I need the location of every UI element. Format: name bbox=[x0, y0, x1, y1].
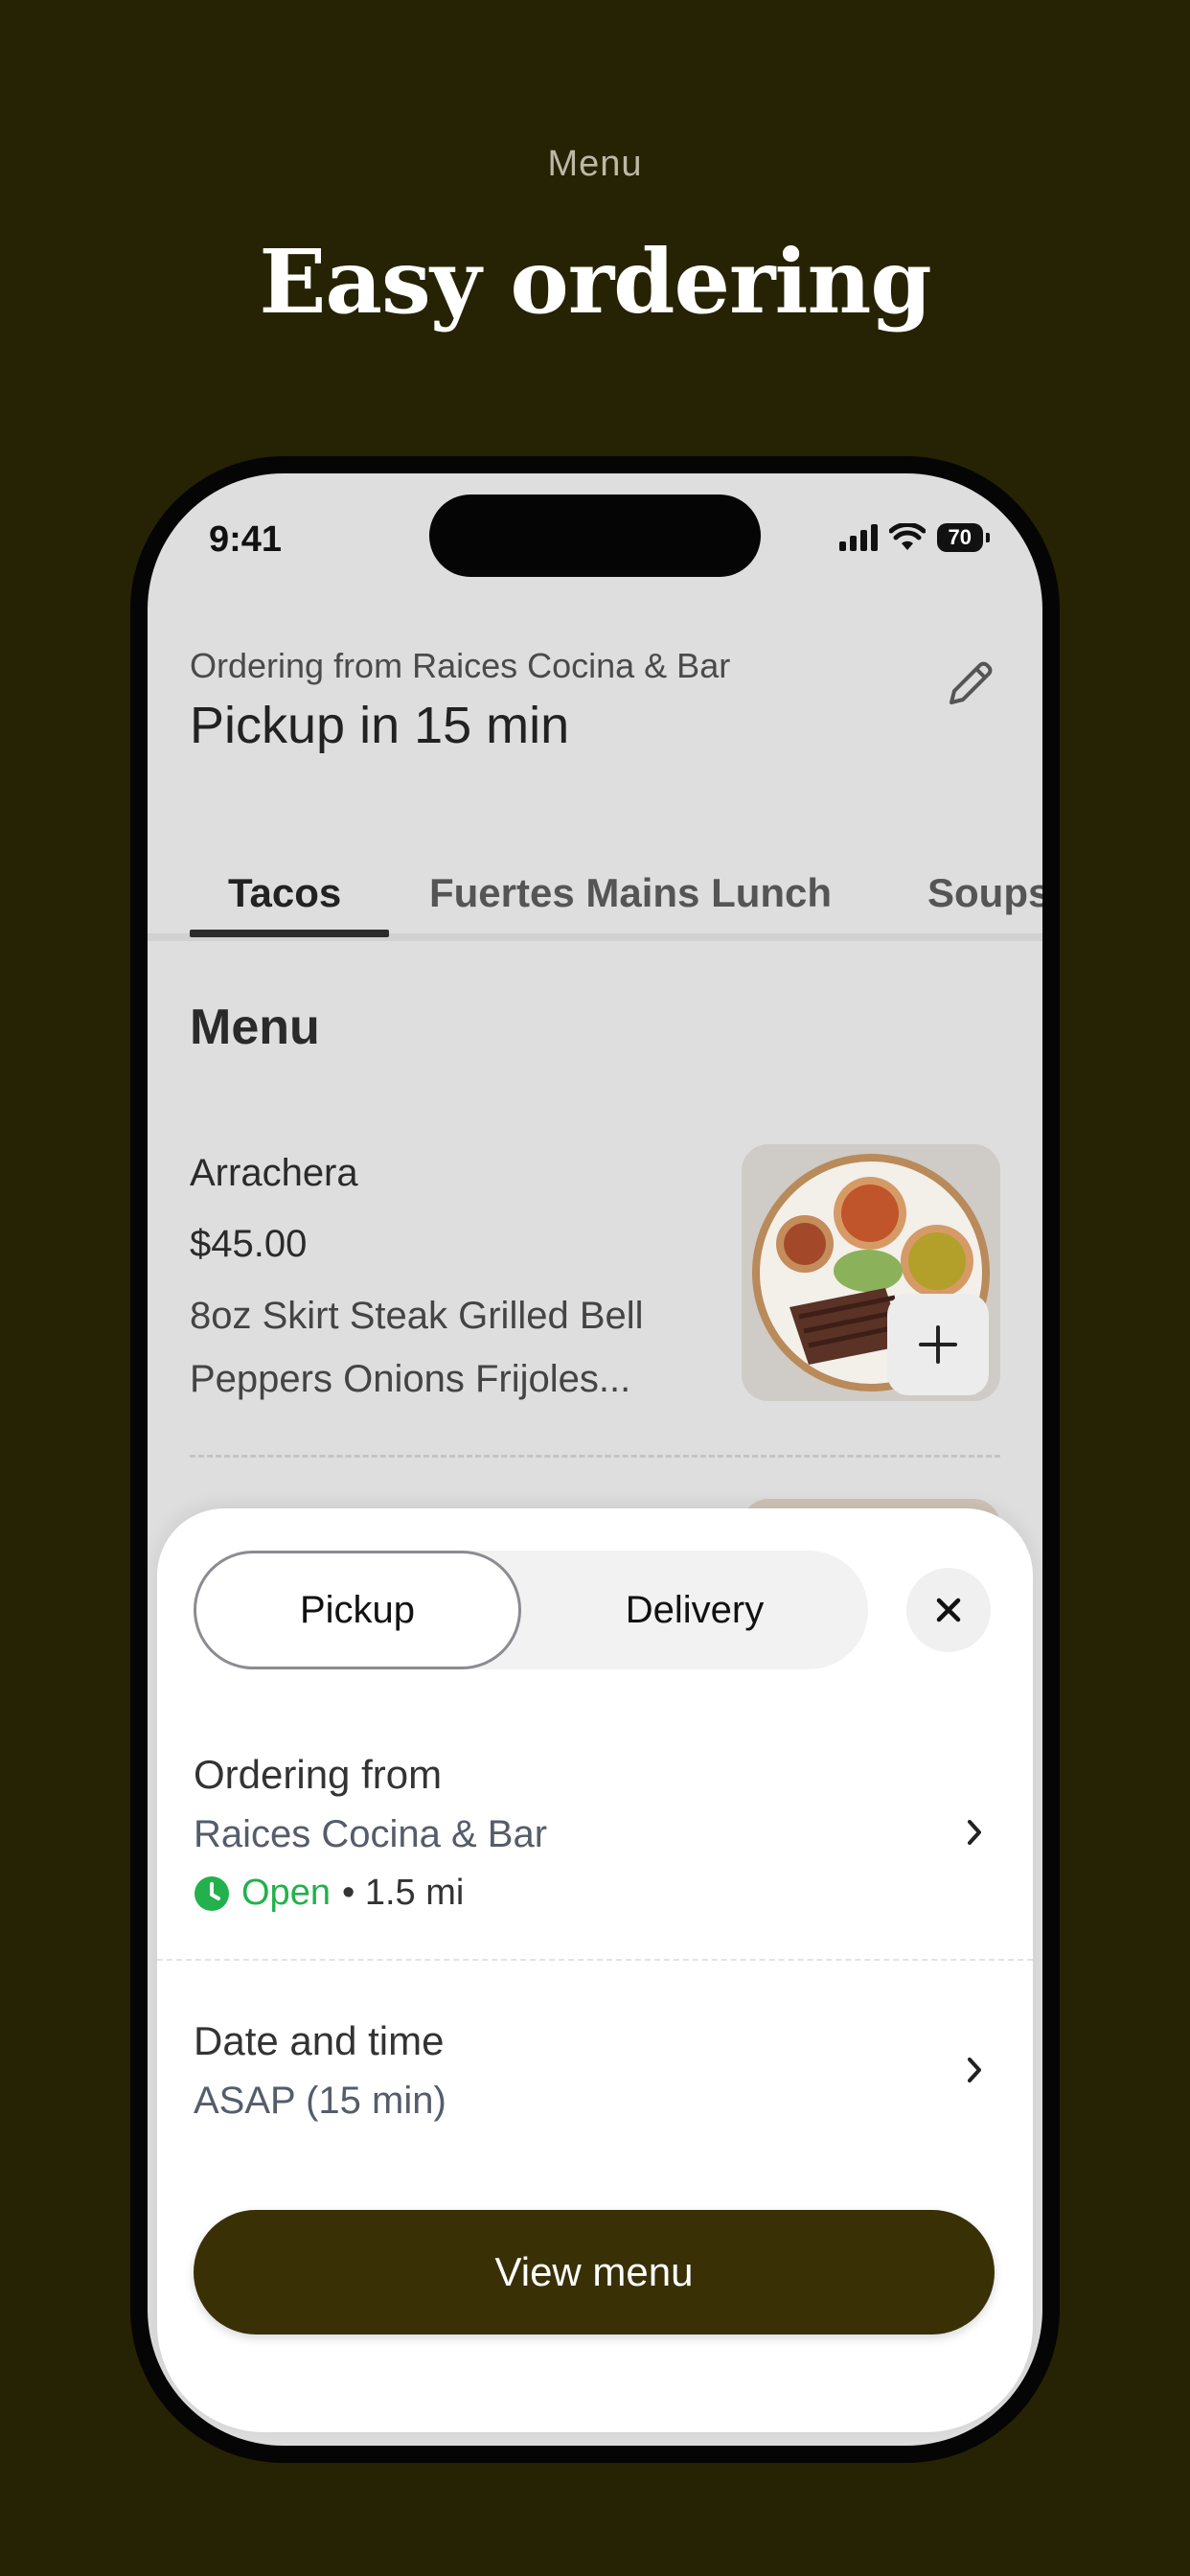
chevron-right-icon bbox=[968, 2058, 981, 2082]
status-icons: 70 bbox=[838, 523, 991, 552]
view-menu-button[interactable]: View menu bbox=[194, 2210, 995, 2334]
active-tab-indicator bbox=[190, 930, 389, 937]
marketing-headline: Easy ordering bbox=[259, 230, 931, 334]
clock-icon bbox=[195, 1875, 229, 1911]
signal-icon bbox=[838, 524, 878, 551]
dynamic-island bbox=[429, 494, 761, 577]
restaurant-status: Open • 1.5 mi bbox=[194, 1873, 464, 1914]
date-time-chevron[interactable] bbox=[960, 2051, 989, 2089]
date-time-value[interactable]: ASAP (15 min) bbox=[194, 2080, 446, 2123]
pickup-title: Pickup in 15 min bbox=[190, 697, 570, 754]
plus-icon bbox=[919, 1325, 957, 1364]
tab-fuertes-mains-lunch[interactable]: Fuertes Mains Lunch bbox=[429, 870, 832, 916]
delivery-option[interactable]: Delivery bbox=[521, 1551, 868, 1669]
ordering-from-header: Ordering from Raices Cocina & Bar bbox=[190, 646, 731, 685]
order-options-sheet: Pickup Delivery Ordering from Raices Coc… bbox=[157, 1508, 1033, 2432]
date-time-label: Date and time bbox=[194, 2018, 445, 2063]
menu-item-description: 8oz Skirt Steak Grilled Bell Peppers Oni… bbox=[190, 1295, 644, 1400]
menu-item-divider bbox=[190, 1455, 1000, 1458]
phone-frame: 9:41 70 Ordering from Raices Cocina & Ba… bbox=[130, 456, 1060, 2463]
restaurant-chevron[interactable] bbox=[960, 1813, 989, 1852]
battery-icon: 70 bbox=[936, 523, 991, 552]
close-icon bbox=[936, 1598, 961, 1622]
tab-soups[interactable]: Soups bbox=[927, 870, 1042, 916]
ordering-from-label: Ordering from bbox=[194, 1752, 443, 1797]
marketing-eyebrow: Menu bbox=[547, 144, 643, 184]
restaurant-name[interactable]: Raices Cocina & Bar bbox=[194, 1813, 547, 1856]
distance: • 1.5 mi bbox=[341, 1873, 465, 1913]
sheet-divider bbox=[157, 1959, 1033, 1961]
menu-heading: Menu bbox=[190, 1000, 320, 1055]
wifi-icon bbox=[888, 523, 926, 550]
tab-tacos[interactable]: Tacos bbox=[228, 870, 341, 916]
status-time: 9:41 bbox=[209, 519, 283, 560]
chevron-right-icon bbox=[968, 1820, 981, 1845]
pencil-icon bbox=[950, 661, 993, 704]
edit-order-button[interactable] bbox=[937, 650, 1004, 717]
category-tabs: Tacos Fuertes Mains Lunch Soups bbox=[148, 828, 1042, 941]
add-item-button[interactable] bbox=[887, 1294, 989, 1395]
menu-item-price: $45.00 bbox=[190, 1223, 308, 1265]
open-status: Open bbox=[241, 1873, 331, 1913]
phone-screen: 9:41 70 Ordering from Raices Cocina & Ba… bbox=[148, 473, 1042, 2446]
close-sheet-button[interactable] bbox=[906, 1568, 991, 1652]
pickup-option[interactable]: Pickup bbox=[194, 1551, 521, 1669]
fulfillment-segmented-control: Pickup Delivery bbox=[194, 1551, 868, 1669]
menu-item-name[interactable]: Arrachera bbox=[190, 1152, 358, 1195]
